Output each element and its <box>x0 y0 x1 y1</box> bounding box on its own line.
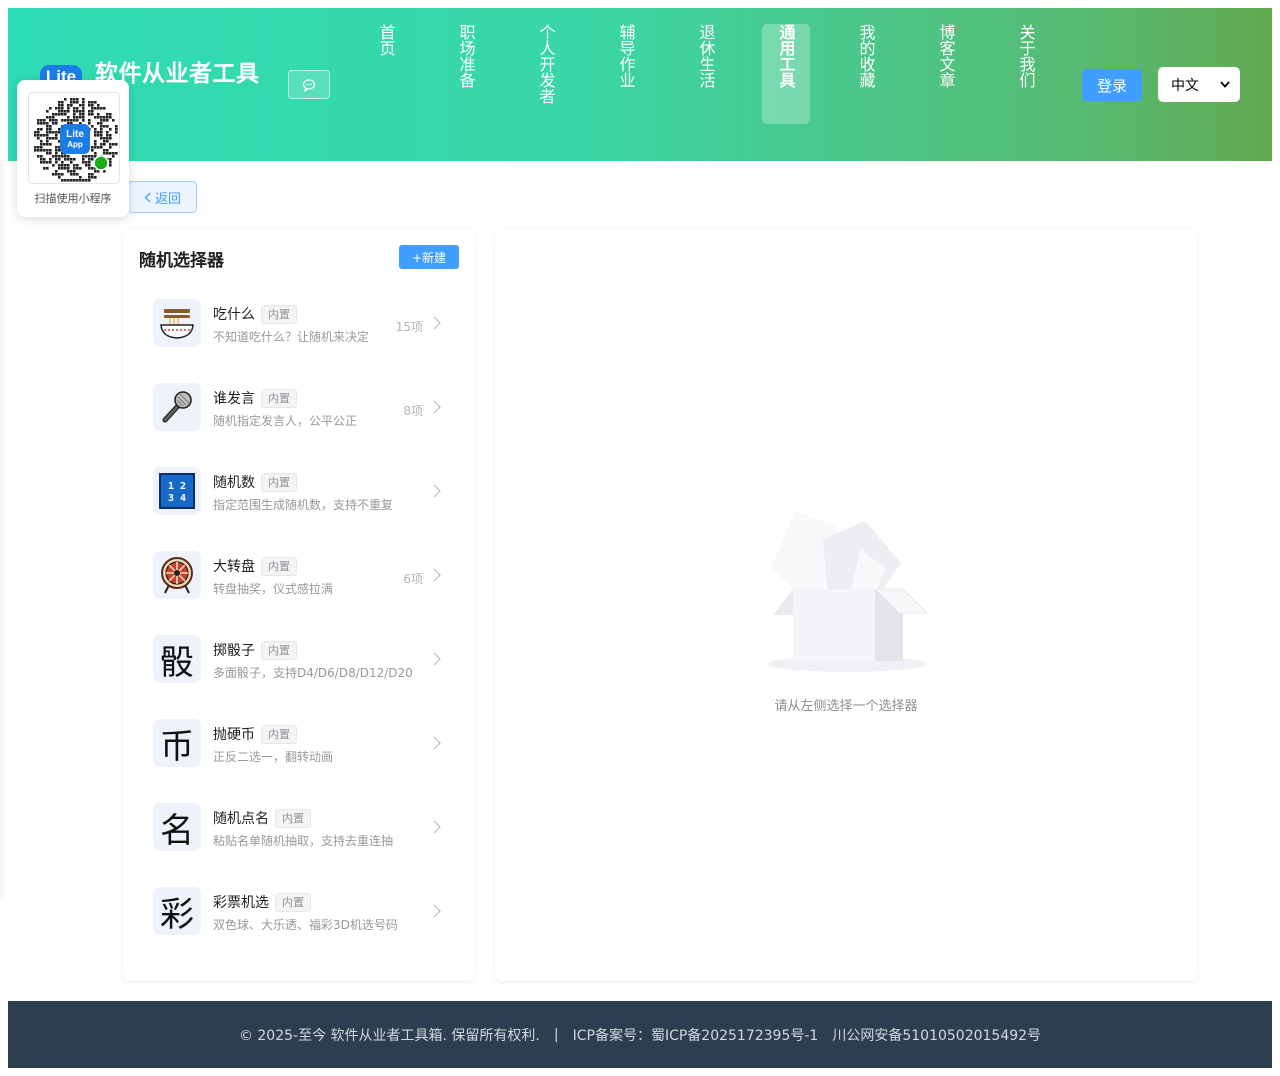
copyright-text: © 2025-至今 软件从业者工具箱. 保留所有权利. <box>238 1027 540 1044</box>
builtin-tag: 内置 <box>275 809 311 828</box>
selector-item-who-speaks[interactable]: 谁发言 内置 随机指定发言人，公平公正 8项 <box>123 383 475 467</box>
empty-state-text: 请从左侧选择一个选择器 <box>774 699 918 714</box>
nav-item-label: 我的收藏 <box>856 24 876 88</box>
chevron-right-icon <box>433 820 441 834</box>
selector-item-random-number[interactable]: 1 2 3 4 随机数 内置 指定范围生成随机数，支持不重复 <box>123 467 475 551</box>
nav-item-indie-dev[interactable]: 个人开发者 <box>522 24 570 124</box>
miniprogram-qr-popup: Lite App 扫描使用小程序 <box>17 80 129 217</box>
chevron-left-icon <box>144 192 151 202</box>
microphone-icon <box>153 383 201 431</box>
page-edge-shadow <box>0 160 8 900</box>
builtin-tag: 内置 <box>275 893 311 912</box>
builtin-tag: 内置 <box>261 641 297 660</box>
nav-item-career[interactable]: 职场准备 <box>442 24 490 124</box>
language-value: 中文 <box>1171 77 1199 94</box>
nav-item-label: 退休生活 <box>696 24 716 88</box>
site-footer: © 2025-至今 软件从业者工具箱. 保留所有权利. | ICP备案号：蜀IC… <box>8 1001 1272 1068</box>
footer-separator: | <box>553 1026 559 1043</box>
selector-item-big-wheel[interactable]: 大转盘 内置 转盘抽奖，仪式感拉满 6项 <box>123 551 475 635</box>
language-select[interactable]: 中文 <box>1158 67 1240 102</box>
nav-item-home[interactable]: 首页 <box>362 24 410 124</box>
chevron-right-icon <box>433 652 441 666</box>
svg-text:1 2: 1 2 <box>168 481 186 492</box>
selector-item-dice[interactable]: 骰 掷骰子 内置 多面骰子，支持D4/D6/D8/D12/D20 <box>123 635 475 719</box>
panel-title: 随机选择器 <box>139 251 224 271</box>
item-count: 8项 <box>403 404 423 418</box>
noodle-bowl-icon <box>153 299 201 347</box>
nav-item-homework[interactable]: 辅导作业 <box>602 24 650 124</box>
builtin-tag: 内置 <box>261 473 297 492</box>
icp-link[interactable]: ICP备案号：蜀ICP备2025172395号-1 <box>573 1025 819 1045</box>
item-count: 6项 <box>403 572 423 586</box>
lottery-char-icon: 彩 <box>153 887 201 935</box>
nav-item-label: 职场准备 <box>456 24 476 88</box>
qr-caption: 扫描使用小程序 <box>34 192 112 205</box>
selector-item-roll-call[interactable]: 名 随机点名 内置 粘贴名单随机抽取，支持去重连抽 <box>123 803 475 887</box>
builtin-tag: 内置 <box>261 305 297 324</box>
back-button[interactable]: 返回 <box>128 181 197 213</box>
nav-item-label: 关于我们 <box>1016 24 1036 88</box>
selector-item-coin-flip[interactable]: 币 抛硬币 内置 正反二选一，翻转动画 <box>123 719 475 803</box>
selector-item-what-to-eat[interactable]: 吃什么 内置 不知道吃什么？让随机来决定 15项 <box>123 299 475 383</box>
police-record-link[interactable]: 川公网安备51010502015492号 <box>832 1025 1041 1045</box>
item-name: 随机数 内置 <box>213 472 297 492</box>
item-desc: 多面骰子，支持D4/D6/D8/D12/D20 <box>213 666 413 680</box>
item-name: 抛硬币 内置 <box>213 724 297 744</box>
chat-bubble-icon <box>302 78 316 92</box>
chevron-right-icon <box>433 568 441 582</box>
item-desc: 正反二选一，翻转动画 <box>213 750 334 764</box>
nav-item-label: 辅导作业 <box>616 24 636 88</box>
new-selector-button[interactable]: +新建 <box>399 245 459 269</box>
item-desc: 指定范围生成随机数，支持不重复 <box>213 498 394 512</box>
chevron-right-icon <box>433 904 441 918</box>
chevron-right-icon <box>433 400 441 414</box>
item-desc: 不知道吃什么？让随机来决定 <box>213 330 370 344</box>
chevron-right-icon <box>433 736 441 750</box>
nav-item-favorites[interactable]: 我的收藏 <box>842 24 890 124</box>
qr-code: Lite App <box>28 92 120 184</box>
chat-button[interactable] <box>288 70 330 99</box>
svg-text:3 4: 3 4 <box>168 493 186 504</box>
item-count: 15项 <box>395 320 423 334</box>
item-desc: 随机指定发言人，公平公正 <box>213 414 358 428</box>
item-name: 大转盘 内置 <box>213 556 297 576</box>
item-name: 谁发言 内置 <box>213 388 297 408</box>
selector-item-lottery[interactable]: 彩 彩票机选 内置 双色球、大乐透、福彩3D机选号码 <box>123 887 475 971</box>
selector-list-panel: 随机选择器 +新建 吃什么 内置 不知道吃什么？让随机来决定 15项 谁发言 内… <box>123 229 475 981</box>
nav-item-retirement[interactable]: 退休生活 <box>682 24 730 124</box>
name-char-icon: 名 <box>153 803 201 851</box>
nav-item-general-tools[interactable]: 通用工具 <box>762 24 810 124</box>
item-desc: 转盘抽奖，仪式感拉满 <box>213 582 334 596</box>
coin-char-icon: 币 <box>153 719 201 767</box>
item-name: 彩票机选 内置 <box>213 892 311 912</box>
nav-item-label: 通用工具 <box>776 24 796 88</box>
site-header: Lite 软件从业者工具 首页 职场准备 个人开发者 辅导作业 退休生活 通用工… <box>8 8 1272 161</box>
selector-detail-panel: 请从左侧选择一个选择器 <box>495 229 1197 981</box>
item-name: 吃什么 内置 <box>213 304 297 324</box>
login-button[interactable]: 登录 <box>1082 69 1142 101</box>
svg-text:App: App <box>67 140 83 149</box>
numbers-icon: 1 2 3 4 <box>153 467 201 515</box>
empty-box-illustration <box>767 511 929 672</box>
item-name: 随机点名 内置 <box>213 808 311 828</box>
chevron-right-icon <box>433 316 441 330</box>
dice-char-icon: 骰 <box>153 635 201 683</box>
wheel-icon <box>153 551 201 599</box>
svg-text:Lite: Lite <box>66 129 84 140</box>
nav-item-label: 个人开发者 <box>536 24 556 104</box>
item-name: 掷骰子 内置 <box>213 640 297 660</box>
builtin-tag: 内置 <box>261 389 297 408</box>
builtin-tag: 内置 <box>261 557 297 576</box>
nav-item-blog[interactable]: 博客文章 <box>922 24 970 124</box>
chevron-right-icon <box>433 484 441 498</box>
nav-item-label: 博客文章 <box>936 24 956 88</box>
item-desc: 粘贴名单随机抽取，支持去重连抽 <box>213 834 394 848</box>
nav-item-about[interactable]: 关于我们 <box>1002 24 1050 124</box>
builtin-tag: 内置 <box>261 725 297 744</box>
chevron-down-icon <box>1220 81 1230 88</box>
item-desc: 双色球、大乐透、福彩3D机选号码 <box>213 918 398 932</box>
nav-item-label: 首页 <box>376 24 396 56</box>
back-label: 返回 <box>154 191 181 207</box>
